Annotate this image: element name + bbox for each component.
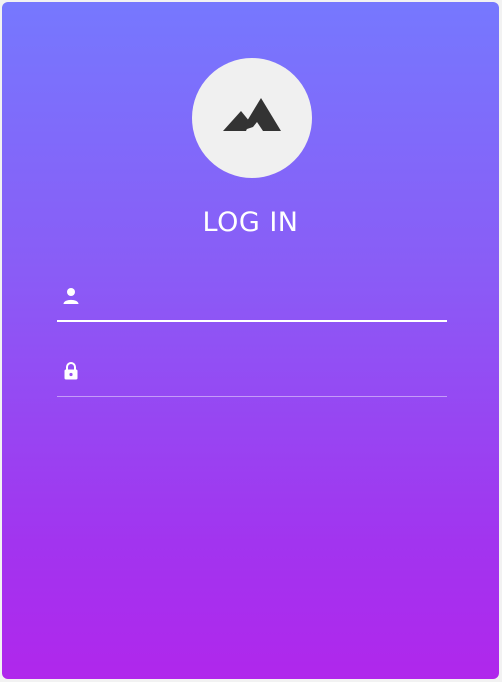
password-field [57, 347, 447, 397]
mountain-icon [223, 98, 281, 131]
username-underline [57, 320, 447, 322]
password-input[interactable] [91, 355, 445, 389]
logo [192, 58, 312, 178]
username-input[interactable] [91, 280, 445, 314]
password-underline [57, 396, 447, 397]
lock-icon [64, 362, 78, 380]
user-icon [63, 288, 79, 304]
page-title: LOG IN [202, 207, 299, 238]
login-card: LOG IN [2, 2, 499, 679]
username-field [57, 272, 447, 322]
